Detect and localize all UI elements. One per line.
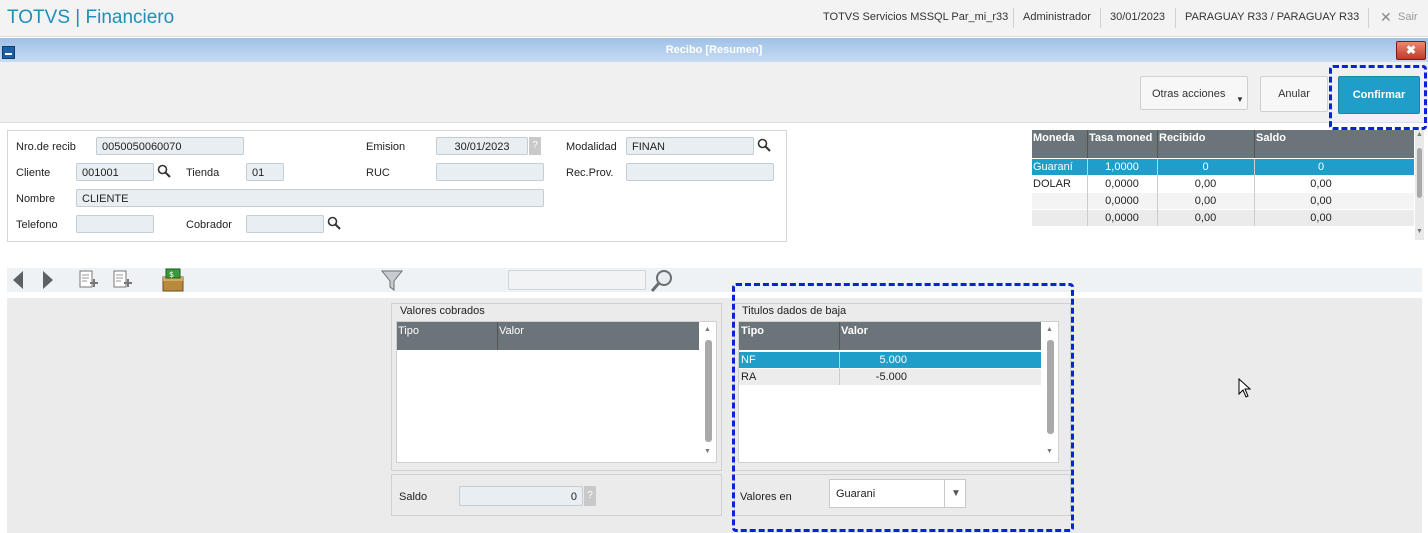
company-label: PARAGUAY R33 / PARAGUAY R33 xyxy=(1185,11,1360,23)
receipt-no-field[interactable]: 0050050060070 xyxy=(96,137,244,155)
chevron-down-icon: ▼ xyxy=(1236,95,1244,104)
table-cell: 0,00 xyxy=(1194,212,1217,224)
close-icon[interactable]: ✕ xyxy=(1380,9,1392,26)
modality-field[interactable]: FINAN xyxy=(626,137,754,155)
scrollbar[interactable]: ▲ ▼ xyxy=(1415,130,1424,240)
column-header: Tasa moned xyxy=(1089,132,1153,144)
scrollbar-thumb[interactable] xyxy=(1417,148,1422,198)
divider xyxy=(1175,8,1176,28)
toolbar-search-input[interactable] xyxy=(508,270,646,290)
receipt-no-label: Nro.de recib xyxy=(16,141,76,153)
table-row[interactable]: Guaraní 1,0000 0 0 xyxy=(1032,159,1414,175)
saldo-label: Saldo xyxy=(399,491,428,503)
modality-label: Modalidad xyxy=(566,141,617,153)
scrollbar-thumb[interactable] xyxy=(705,340,712,442)
search-icon[interactable] xyxy=(757,138,771,152)
table-row[interactable]: DOLAR 0,0000 0,00 0,00 xyxy=(1032,176,1414,192)
emission-field[interactable]: 30/01/2023 xyxy=(436,137,528,155)
copy-document-icon[interactable] xyxy=(112,270,134,292)
recprov-field[interactable] xyxy=(626,163,774,181)
column-header: Saldo xyxy=(1256,132,1286,144)
store-label: Tienda xyxy=(186,167,220,179)
user-label: Administrador xyxy=(1023,11,1091,23)
scroll-up-icon[interactable]: ▲ xyxy=(704,326,711,333)
scroll-down-icon[interactable]: ▼ xyxy=(704,448,711,455)
scroll-up-icon[interactable]: ▲ xyxy=(1416,131,1423,138)
table-cell: Guaraní xyxy=(1033,161,1073,173)
table-cell: 0,00 xyxy=(1310,178,1332,190)
exit-link[interactable]: Sair xyxy=(1398,11,1418,23)
window-icon xyxy=(2,46,15,59)
collector-field[interactable] xyxy=(246,215,324,233)
emission-label: Emision xyxy=(366,141,406,153)
help-icon[interactable]: ? xyxy=(584,486,596,506)
window-title: Recibo [Resumen] xyxy=(665,44,763,56)
divider xyxy=(1368,8,1369,28)
table-cell: 0,0000 xyxy=(1105,212,1139,224)
top-bar: TOTVS | Financiero TOTVS Servicios MSSQL… xyxy=(0,0,1428,37)
table-cell: 0 xyxy=(1317,161,1325,173)
titles-highlight xyxy=(732,283,1074,532)
divider xyxy=(1100,8,1101,28)
table-cell: 0 xyxy=(1202,161,1209,173)
cursor-icon xyxy=(1238,377,1252,400)
date-label: 30/01/2023 xyxy=(1110,11,1166,23)
column-header: Valor xyxy=(499,325,524,337)
svg-text:$: $ xyxy=(169,270,174,279)
table-cell: 0,00 xyxy=(1310,195,1332,207)
scroll-down-icon[interactable]: ▼ xyxy=(1416,228,1423,235)
window-close-button[interactable]: ✖ xyxy=(1396,41,1426,60)
grid-header: Tipo Valor xyxy=(397,322,699,350)
name-field[interactable]: CLIENTE xyxy=(76,189,544,207)
ruc-field[interactable] xyxy=(436,163,544,181)
filter-icon[interactable] xyxy=(380,268,406,294)
search-icon[interactable] xyxy=(650,268,676,294)
phone-field[interactable] xyxy=(76,215,154,233)
table-cell: 1,0000 xyxy=(1105,161,1139,173)
search-icon[interactable] xyxy=(157,164,171,178)
name-label: Nombre xyxy=(16,193,56,205)
table-cell: 0,00 xyxy=(1310,212,1332,224)
table-row[interactable]: 0,0000 0,00 0,00 xyxy=(1032,210,1414,226)
search-icon[interactable] xyxy=(327,216,341,230)
environment-label: TOTVS Servicios MSSQL Par_mi_r33 xyxy=(823,11,1009,23)
window-titlebar: Recibo [Resumen] xyxy=(0,38,1428,62)
currency-grid: Moneda Tasa moned Recibido Saldo Guaraní… xyxy=(1032,130,1424,240)
table-cell: 0,0000 xyxy=(1105,195,1139,207)
add-document-icon[interactable] xyxy=(78,270,100,292)
ruc-label: RUC xyxy=(366,167,390,179)
next-icon[interactable] xyxy=(40,270,56,290)
grid-toolbar xyxy=(7,268,1422,292)
other-actions-button[interactable]: Otras acciones ▼ xyxy=(1140,76,1248,110)
app-title: TOTVS | Financiero xyxy=(7,7,175,28)
money-box-icon[interactable]: $ xyxy=(160,268,188,294)
other-actions-label: Otras acciones xyxy=(1152,88,1226,100)
collector-label: Cobrador xyxy=(186,219,232,231)
confirm-button[interactable]: Confirmar xyxy=(1338,76,1420,114)
column-header: Recibido xyxy=(1159,132,1206,144)
table-cell: 0,0000 xyxy=(1105,178,1139,190)
client-field[interactable]: 001001 xyxy=(76,163,154,181)
recprov-label: Rec.Prov. xyxy=(566,167,614,179)
collected-values-list[interactable]: Tipo Valor ▲ ▼ xyxy=(396,321,717,463)
previous-icon[interactable] xyxy=(10,270,26,290)
help-icon[interactable]: ? xyxy=(529,137,541,155)
table-cell: 0,00 xyxy=(1194,195,1217,207)
collected-values-title: Valores cobrados xyxy=(400,305,485,317)
saldo-field[interactable]: 0 xyxy=(459,486,583,506)
table-cell: 0,00 xyxy=(1194,178,1217,190)
scrollbar[interactable]: ▲ ▼ xyxy=(701,322,715,460)
table-cell: DOLAR xyxy=(1033,178,1071,190)
grid-header: Moneda Tasa moned Recibido Saldo xyxy=(1032,130,1414,158)
phone-label: Telefono xyxy=(16,219,58,231)
divider xyxy=(1013,8,1014,28)
client-label: Cliente xyxy=(16,167,51,179)
table-row[interactable]: 0,0000 0,00 0,00 xyxy=(1032,193,1414,209)
column-header: Moneda xyxy=(1033,132,1075,144)
cancel-button[interactable]: Anular xyxy=(1260,76,1328,112)
store-field[interactable]: 01 xyxy=(246,163,284,181)
column-header: Tipo xyxy=(398,325,419,337)
